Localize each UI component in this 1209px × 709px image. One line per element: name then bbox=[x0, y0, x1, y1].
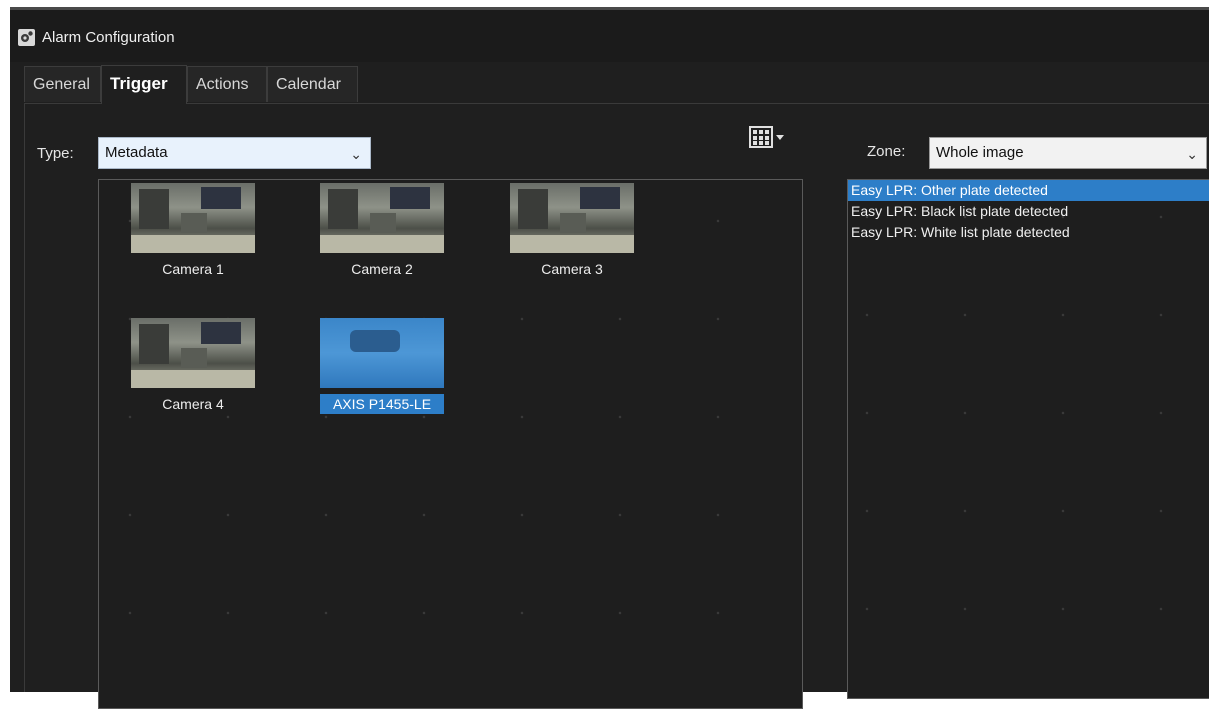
camera-thumbnail bbox=[131, 318, 255, 388]
trigger-panel: Type: Metadata ⌄ Camera 1 Camera 2 Camer… bbox=[24, 103, 1209, 709]
event-list: Easy LPR: Other plate detected Easy LPR:… bbox=[847, 179, 1209, 699]
camera-tile-1[interactable]: Camera 1 bbox=[131, 183, 255, 279]
camera-name: Camera 1 bbox=[162, 261, 224, 277]
grid-view-button[interactable] bbox=[749, 125, 793, 153]
tab-actions[interactable]: Actions bbox=[187, 66, 267, 102]
list-item[interactable]: Easy LPR: White list plate detected bbox=[848, 222, 1209, 243]
type-select[interactable]: Metadata ⌄ bbox=[98, 137, 371, 169]
type-value: Metadata bbox=[105, 144, 168, 161]
grid-view-icon bbox=[749, 126, 784, 148]
chevron-down-icon: ⌄ bbox=[1186, 146, 1198, 162]
chevron-down-icon: ⌄ bbox=[350, 146, 362, 162]
title-bar: Alarm Configuration bbox=[10, 10, 1209, 62]
camera-name: Camera 2 bbox=[351, 261, 413, 277]
tab-bar: General Trigger Actions Calendar bbox=[24, 65, 1209, 104]
window-title: Alarm Configuration bbox=[42, 29, 175, 46]
camera-tile-3[interactable]: Camera 3 bbox=[510, 183, 634, 279]
tab-calendar[interactable]: Calendar bbox=[267, 66, 358, 102]
camera-name: Camera 4 bbox=[162, 396, 224, 412]
alarm-configuration-window: Alarm Configuration General Trigger Acti… bbox=[10, 7, 1209, 709]
camera-tile-axis-p1455-le[interactable]: AXIS P1455-LE bbox=[320, 318, 444, 414]
camera-tile-4[interactable]: Camera 4 bbox=[131, 318, 255, 414]
camera-name: Camera 3 bbox=[541, 261, 603, 277]
camera-thumbnail bbox=[320, 183, 444, 253]
camera-thumbnail bbox=[320, 318, 444, 388]
zone-label: Zone: bbox=[867, 143, 906, 160]
type-label: Type: bbox=[37, 145, 74, 162]
zone-value: Whole image bbox=[936, 144, 1024, 161]
camera-thumbnail bbox=[510, 183, 634, 253]
list-item[interactable]: Easy LPR: Black list plate detected bbox=[848, 201, 1209, 222]
camera-tile-2[interactable]: Camera 2 bbox=[320, 183, 444, 279]
camera-name: AXIS P1455-LE bbox=[320, 394, 444, 414]
tab-trigger[interactable]: Trigger bbox=[101, 65, 187, 104]
list-item[interactable]: Easy LPR: Other plate detected bbox=[848, 180, 1209, 201]
gear-icon bbox=[18, 29, 35, 46]
tab-general[interactable]: General bbox=[24, 66, 101, 102]
camera-grid: Camera 1 Camera 2 Camera 3 Camera 4 AXIS… bbox=[98, 179, 803, 709]
camera-thumbnail bbox=[131, 183, 255, 253]
zone-select[interactable]: Whole image ⌄ bbox=[929, 137, 1207, 169]
